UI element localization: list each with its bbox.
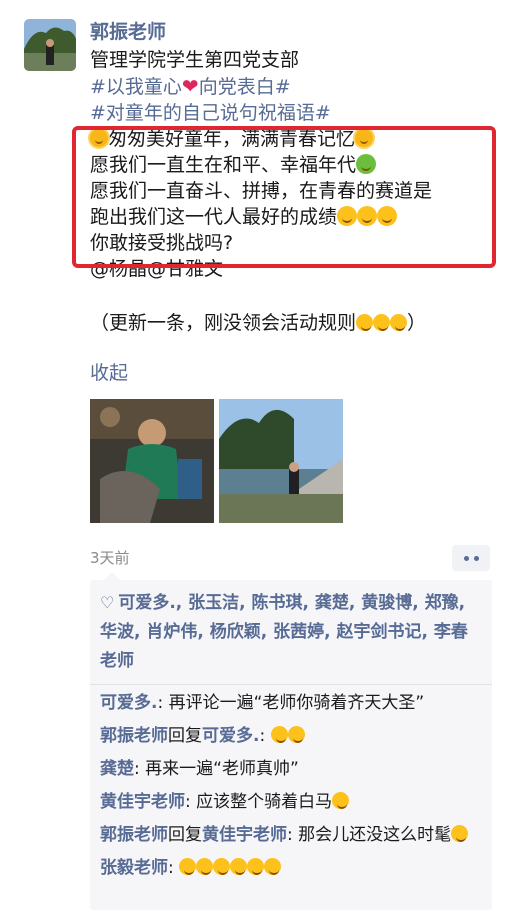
grin-emoji-icon [451,825,469,842]
comment[interactable]: 龚楚: 再来一遍“老师真帅” [90,755,492,784]
wink-emoji-icon [332,792,350,809]
laugh-cry-emoji-icon [270,726,288,743]
post-time: 3天前 [90,549,130,567]
comment[interactable]: 张毅老师: [90,854,492,883]
author-name[interactable]: 郭振老师 [90,19,166,45]
heart-icon: ❤ [181,74,199,98]
dot-icon [473,555,479,561]
laugh-cry-emoji-icon [287,726,305,743]
comment[interactable]: 郭振老师回复可爱多.: [90,722,492,751]
likes-list: ♡ 可爱多., 张玉洁, 陈书琪, 龚楚, 黄骏博, 郑豫, 华波, 肖炉伟, 杨… [90,580,492,685]
comment[interactable]: 郭振老师回复黄佳宇老师: 那会儿还没这么时髦 [90,821,492,850]
thumbs-up-emoji-icon [196,858,214,875]
comment[interactable]: 黄佳宇老师: 应该整个骑着白马 [90,788,492,817]
laugh-cry-emoji-icon [356,314,374,331]
post-line-org: 管理学院学生第四党支部 [90,49,300,71]
dot-icon [463,555,469,561]
laugh-cry-emoji-icon [373,314,391,331]
thumbs-up-emoji-icon [264,858,282,875]
interaction-panel: ♡ 可爱多., 张玉洁, 陈书琪, 龚楚, 黄骏博, 郑豫, 华波, 肖炉伟, 杨… [90,572,492,910]
more-options-button[interactable] [452,545,490,571]
thumbs-up-emoji-icon [230,858,248,875]
thumbs-up-emoji-icon [247,858,265,875]
highlight-box [72,126,496,268]
photo-lake[interactable] [219,399,343,523]
topic-tag-1[interactable]: #以我童心❤向党表白# [90,73,500,100]
avatar[interactable] [24,19,76,71]
thumbs-up-emoji-icon [179,858,197,875]
heart-outline-icon: ♡ [100,593,115,612]
collapse-link[interactable]: 收起 [90,358,128,385]
thumbs-up-emoji-icon [213,858,231,875]
photo-childhood[interactable] [90,399,214,523]
topic-tag-2[interactable]: #对童年的自己说句祝福语# [90,100,500,126]
comment[interactable]: 可爱多.: 再评论一遍“老师你骑着齐天大圣” [90,689,492,718]
laugh-cry-emoji-icon [390,314,408,331]
post-update-line: （更新一条，刚没领会活动规则） [90,312,427,334]
